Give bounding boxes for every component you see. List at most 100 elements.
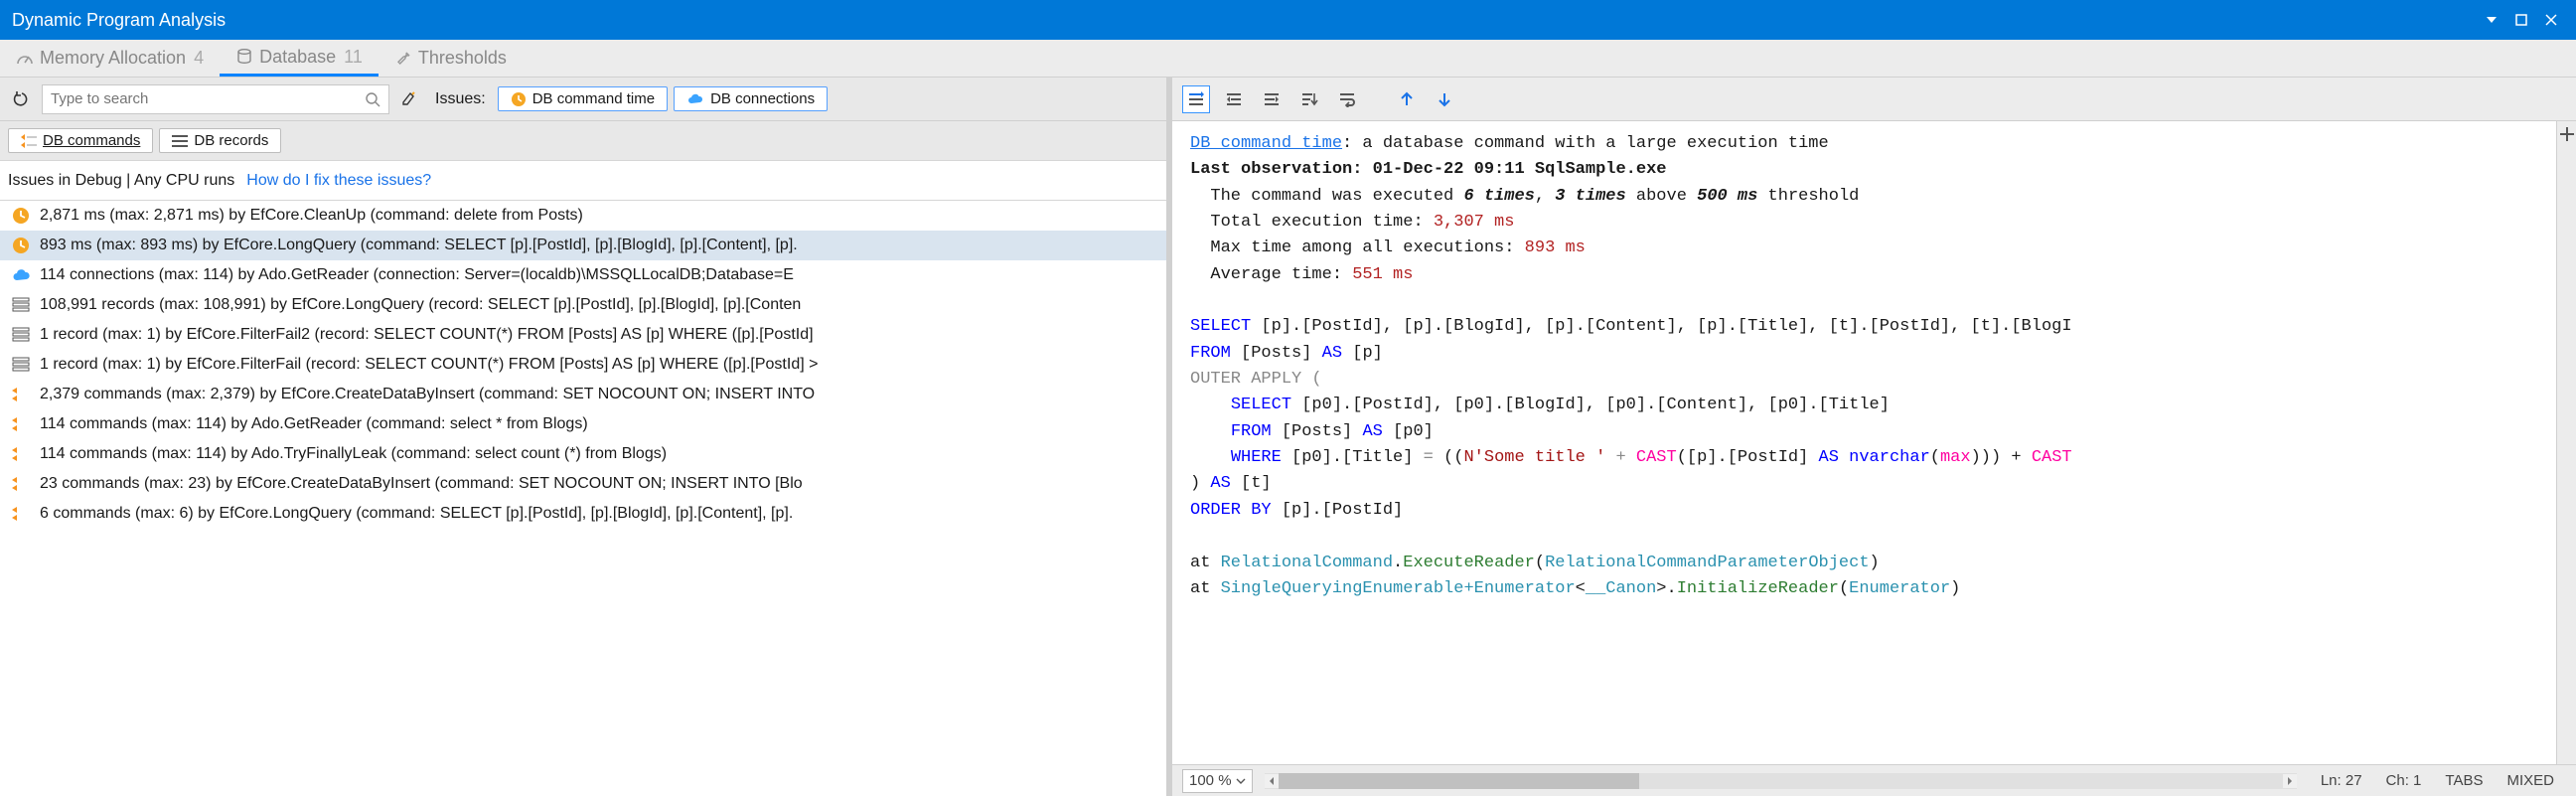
sql-kw: FROM xyxy=(1231,422,1272,441)
issue-row[interactable]: 2,871 ms (max: 2,871 ms) by EfCore.Clean… xyxy=(0,201,1166,231)
stack-lt: < xyxy=(1576,579,1586,598)
scope-label: Issues in Debug | Any CPU runs xyxy=(8,172,234,190)
last-obs-label: Last observation: xyxy=(1190,160,1373,179)
issue-row[interactable]: 1 record (max: 1) by EfCore.FilterFail (… xyxy=(0,350,1166,380)
expand-all-button[interactable] xyxy=(1182,85,1210,113)
exec-c: , xyxy=(1535,187,1555,206)
filter-db-commands[interactable]: DB commands xyxy=(8,128,153,153)
sql-text: ([p].[PostId] xyxy=(1677,448,1819,467)
indent-right-button[interactable] xyxy=(1258,85,1286,113)
last-obs-value: 01-Dec-22 09:11 SqlSample.exe xyxy=(1373,160,1667,179)
status-bar: 100 % Ln: 27 Ch: 1 TABS MIXED xyxy=(1172,764,2576,796)
horizontal-scrollbar[interactable] xyxy=(1265,773,2297,789)
exec-a: The command was executed xyxy=(1210,187,1463,206)
filter-db-connections[interactable]: DB connections xyxy=(674,86,828,111)
issue-row[interactable]: 23 commands (max: 23) by EfCore.CreateDa… xyxy=(0,469,1166,499)
issue-text: 6 commands (max: 6) by EfCore.LongQuery … xyxy=(40,505,793,523)
sql-text: (( xyxy=(1434,448,1464,467)
filter-db-records[interactable]: DB records xyxy=(159,128,281,153)
indent-left-button[interactable] xyxy=(1220,85,1248,113)
sql-type: nvarchar xyxy=(1839,448,1930,467)
stack-method: InitializeReader xyxy=(1677,579,1839,598)
records-icon xyxy=(10,297,32,313)
sql-str: N'Some title ' xyxy=(1463,448,1605,467)
sql-kw: ORDER BY xyxy=(1190,501,1272,520)
scroll-right-button[interactable] xyxy=(2283,774,2297,788)
issue-row[interactable]: 108,991 records (max: 108,991) by EfCore… xyxy=(0,290,1166,320)
sql-text: [p0] xyxy=(1383,422,1434,441)
refresh-button[interactable] xyxy=(8,85,36,113)
filter-db-command-time[interactable]: DB command time xyxy=(498,86,668,111)
window-maximize-button[interactable] xyxy=(2508,7,2534,33)
gauge-icon xyxy=(16,50,34,68)
stack-p: ) xyxy=(1950,579,1960,598)
status-tabs: TABS xyxy=(2433,772,2495,789)
pill-label: DB records xyxy=(194,132,268,149)
tab-database[interactable]: Database 11 xyxy=(220,40,379,77)
issues-toolbar: Issues: DB command time DB connections xyxy=(0,78,1166,121)
issue-row[interactable]: 1 record (max: 1) by EfCore.FilterFail2 … xyxy=(0,320,1166,350)
sort-button[interactable] xyxy=(1295,85,1323,113)
exec-g: threshold xyxy=(1757,187,1859,206)
clock-icon xyxy=(511,91,527,107)
records-icon xyxy=(10,357,32,373)
issue-text: 1 record (max: 1) by EfCore.FilterFail2 … xyxy=(40,326,814,344)
sql-text: OUTER APPLY ( xyxy=(1190,370,1322,389)
window-close-button[interactable] xyxy=(2538,7,2564,33)
issue-text: 114 commands (max: 114) by Ado.TryFinall… xyxy=(40,445,667,463)
tab-memory-allocation[interactable]: Memory Allocation 4 xyxy=(0,40,220,77)
scroll-thumb[interactable] xyxy=(1279,773,1640,789)
issue-text: 114 commands (max: 114) by Ado.GetReader… xyxy=(40,415,588,433)
sql-text: ))) + xyxy=(1971,448,2032,467)
search-box[interactable] xyxy=(42,84,389,114)
issue-row[interactable]: 114 commands (max: 114) by Ado.GetReader… xyxy=(0,409,1166,439)
stack-arg: RelationalCommandParameterObject xyxy=(1545,554,1869,572)
stack-at: at xyxy=(1190,554,1221,572)
stack-p: ) xyxy=(1870,554,1880,572)
max-label: Max time among all executions: xyxy=(1210,239,1524,257)
sql-text: [t] xyxy=(1231,474,1272,493)
issue-list[interactable]: 2,871 ms (max: 2,871 ms) by EfCore.Clean… xyxy=(0,201,1166,796)
stack-p: ( xyxy=(1535,554,1545,572)
window-dropdown-button[interactable] xyxy=(2479,7,2504,33)
status-ln: Ln: 27 xyxy=(2309,772,2374,789)
issue-text: 23 commands (max: 23) by EfCore.CreateDa… xyxy=(40,475,803,493)
help-link[interactable]: How do I fix these issues? xyxy=(246,172,431,190)
sql-kw: FROM xyxy=(1190,344,1231,363)
scroll-left-button[interactable] xyxy=(1265,774,1279,788)
issue-row[interactable]: 6 commands (max: 6) by EfCore.LongQuery … xyxy=(0,499,1166,529)
right-grip[interactable] xyxy=(2556,121,2576,764)
sql-text: [Posts] xyxy=(1272,422,1363,441)
tab-thresholds[interactable]: Thresholds xyxy=(379,40,523,77)
sql-text: [p0].[PostId], [p0].[BlogId], [p0].[Cont… xyxy=(1291,396,1890,414)
issue-row[interactable]: 893 ms (max: 893 ms) by EfCore.LongQuery… xyxy=(0,231,1166,260)
detail-body[interactable]: DB command time: a database command with… xyxy=(1172,121,2556,764)
stack-arg: Enumerator xyxy=(1849,579,1950,598)
issue-text: 2,379 commands (max: 2,379) by EfCore.Cr… xyxy=(40,386,815,403)
commands-icon xyxy=(10,476,32,492)
sql-kw: SELECT xyxy=(1190,317,1251,336)
issues-toolbar-2: DB commands DB records xyxy=(0,121,1166,161)
detail-title-link[interactable]: DB command time xyxy=(1190,134,1342,153)
status-mixed: MIXED xyxy=(2495,772,2566,789)
zoom-selector[interactable]: 100 % xyxy=(1182,769,1253,793)
sql-text: ( xyxy=(1930,448,1940,467)
wrap-button[interactable] xyxy=(1333,85,1361,113)
commands-icon xyxy=(10,416,32,432)
issue-row[interactable]: 114 commands (max: 114) by Ado.TryFinall… xyxy=(0,439,1166,469)
arrow-up-button[interactable] xyxy=(1393,85,1421,113)
highlight-button[interactable] xyxy=(395,85,423,113)
sql-kw: max xyxy=(1940,448,1971,467)
stack-type: SingleQueryingEnumerable+Enumerator xyxy=(1221,579,1576,598)
arrow-down-button[interactable] xyxy=(1431,85,1458,113)
commands-icon xyxy=(21,134,37,148)
commands-icon xyxy=(10,446,32,462)
sql-kw: AS xyxy=(1322,344,1342,363)
window-title: Dynamic Program Analysis xyxy=(12,10,226,31)
sql-kw: SELECT xyxy=(1231,396,1291,414)
search-input[interactable] xyxy=(51,90,365,107)
issue-row[interactable]: 2,379 commands (max: 2,379) by EfCore.Cr… xyxy=(0,380,1166,409)
issue-row[interactable]: 114 connections (max: 114) by Ado.GetRea… xyxy=(0,260,1166,290)
sql-kw: AS xyxy=(1362,422,1382,441)
sql-text: [p].[PostId] xyxy=(1272,501,1404,520)
